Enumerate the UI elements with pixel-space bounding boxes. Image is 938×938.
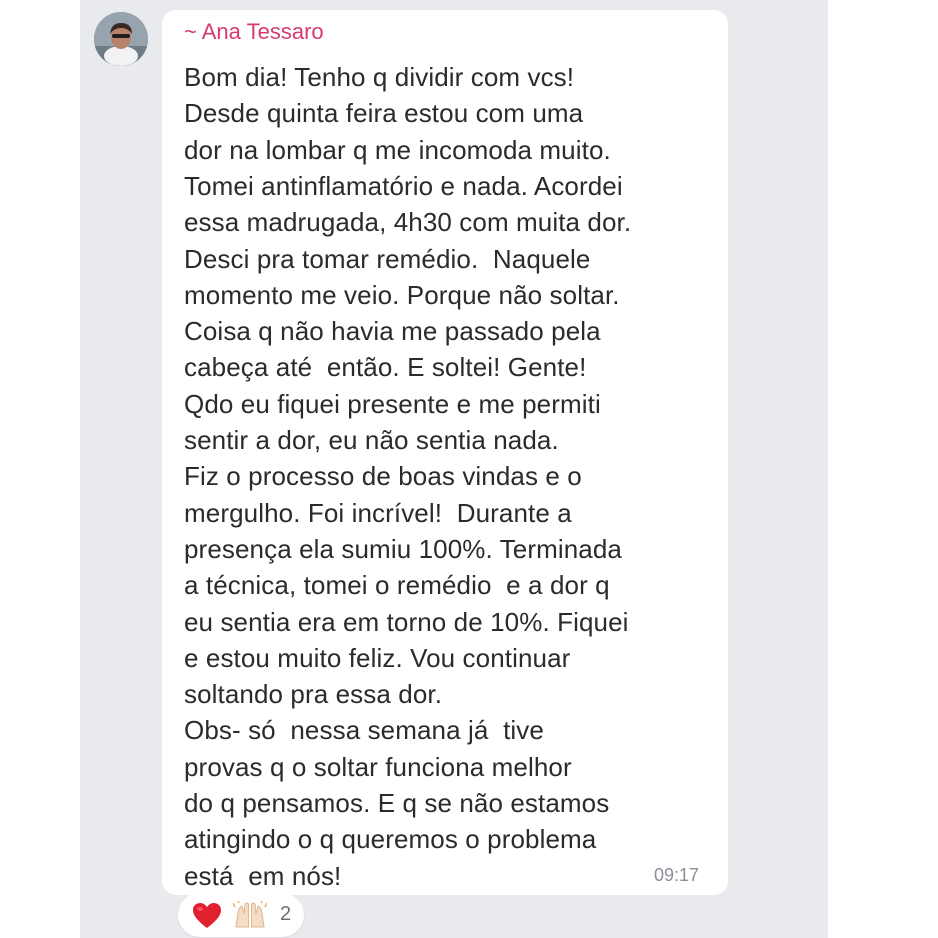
message-line: Obs- só nessa semana já tive [184,715,544,746]
raised-hands-icon [232,900,268,934]
message-line: Bom dia! Tenho q dividir com vcs! [184,62,575,92]
reaction-count: 2 [280,903,292,925]
message-line: Tomei antinflamatório e nada. Acordei [184,170,623,201]
message-line: do q pensamos. E q se não estamos [184,788,610,818]
message-line: mergulho. Foi incrível! Durante a [184,497,572,528]
message-line: está em nós! [184,860,342,891]
sender-avatar[interactable] [94,12,148,66]
message-line: Desde quinta feira estou com uma [184,98,584,129]
message-line: Desci pra tomar remédio. Naquele [184,243,591,274]
message-line: soltando pra essa dor. [184,679,443,710]
message-timestamp: 09:17 [654,865,700,885]
message-line: atingindo o q queremos o problema [184,824,597,855]
message-line: Fiz o processo de boas vindas e o [184,461,582,492]
message-line: a técnica, tomei o remédio e a dor q [184,570,610,601]
message-line: sentir a dor, eu não sentia nada. [184,425,559,455]
message-line: provas q o soltar funciona melhor [184,751,572,782]
message-line: momento me veio. Porque não soltar. [184,279,620,310]
message-line: cabeça até então. E soltei! Gente! [184,352,587,383]
message-line: Coisa q não havia me passado pela [184,316,601,347]
heart-icon [192,902,222,934]
message-line: Qdo eu fiquei presente e me permiti [184,388,601,419]
message-line: essa madrugada, 4h30 com muita dor. [184,207,632,238]
message-line: eu sentia era em torno de 10%. Fiquei [184,606,629,637]
sender-name[interactable]: ~ Ana Tessaro [184,19,324,45]
message-line: e estou muito feliz. Vou continuar [184,642,571,673]
message-line: presença ela sumiu 100%. Terminada [184,533,622,564]
avatar-photo-icon [94,12,148,66]
message-line: dor na lombar q me incomoda muito. [184,134,611,165]
reactions-pill[interactable]: 2 [178,893,304,937]
